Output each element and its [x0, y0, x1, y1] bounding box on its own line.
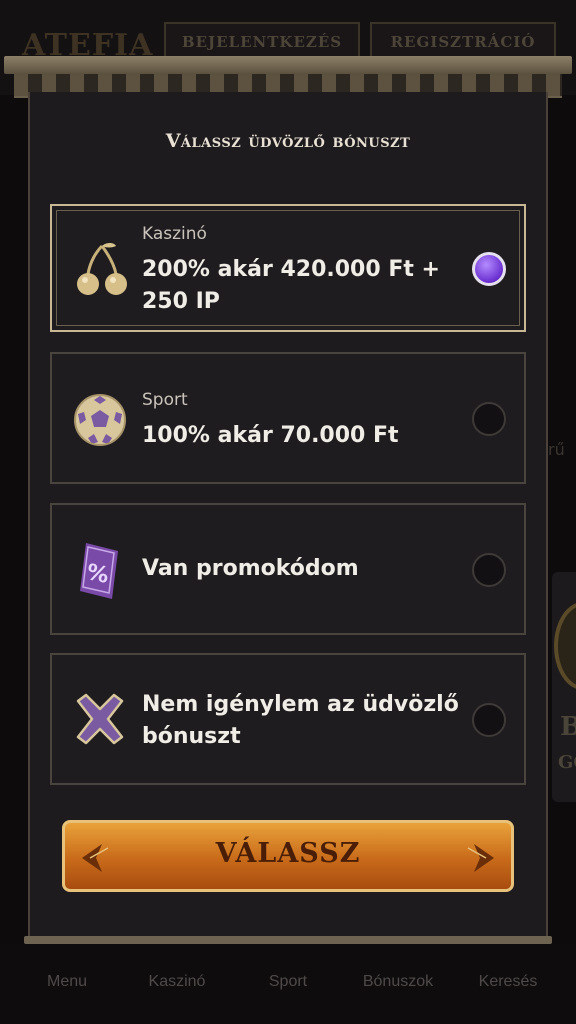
- choose-button-label: VÁLASSZ: [215, 838, 361, 869]
- modal-base: [24, 936, 552, 944]
- option-casino-value: 200% akár 420.000 Ft + 250 IP: [142, 257, 440, 314]
- option-casino-radio[interactable]: [472, 252, 506, 286]
- modal-cornice: [4, 56, 572, 74]
- option-no-bonus-radio[interactable]: [472, 703, 506, 737]
- option-casino-label: Kaszinó: [142, 224, 207, 244]
- soccer-ball-icon: [74, 394, 126, 446]
- option-casino[interactable]: Kaszinó 200% akár 420.000 Ft + 250 IP: [50, 204, 526, 332]
- option-no-bonus-value: Nem igénylem az üdvözlő bónuszt: [142, 692, 459, 749]
- banner-text-1: B: [560, 712, 576, 742]
- nav-item-bonuses: Bónuszok: [362, 973, 434, 990]
- option-sport-value: 100% akár 70.000 Ft: [142, 423, 399, 448]
- nav-item-sport: Sport: [268, 973, 308, 990]
- modal-title: Válassz üdvözlő bónuszt: [165, 130, 411, 152]
- choose-button[interactable]: VÁLASSZ: [52, 816, 524, 900]
- background-banner: B GO: [552, 572, 576, 802]
- option-promo-value: Van promokódom: [142, 556, 359, 581]
- nav-item-menu: Menu: [46, 973, 88, 990]
- option-sport[interactable]: Sport 100% akár 70.000 Ft: [50, 352, 526, 484]
- option-promo-code[interactable]: % Van promokódom: [50, 503, 526, 635]
- cherries-icon: [77, 243, 127, 295]
- nav-item-search: Keresés: [478, 973, 538, 990]
- nav-item-casino: Kaszinó: [148, 973, 206, 990]
- promo-ticket-icon: %: [80, 543, 118, 599]
- close-x-icon: [76, 693, 124, 745]
- background-partial-text: rű: [548, 440, 565, 459]
- option-no-bonus[interactable]: Nem igénylem az üdvözlő bónuszt: [50, 653, 526, 785]
- banner-text-2: GO: [558, 752, 576, 773]
- option-sport-radio[interactable]: [472, 402, 506, 436]
- option-promo-radio[interactable]: [472, 553, 506, 587]
- option-sport-label: Sport: [142, 390, 188, 410]
- banner-ring: [554, 602, 576, 690]
